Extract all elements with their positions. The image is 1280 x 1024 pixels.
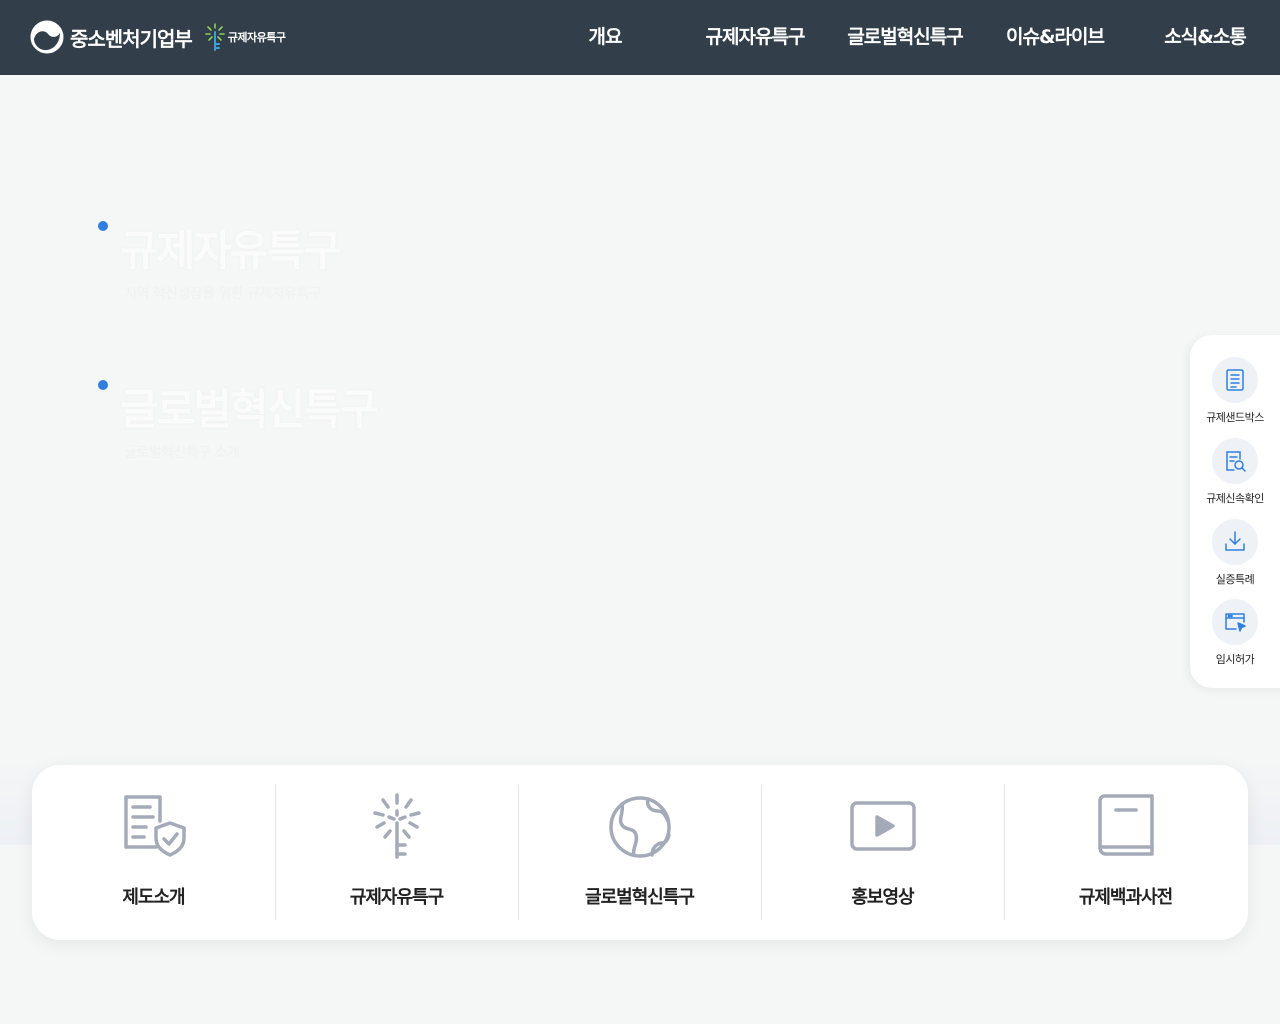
shortcut-promo-video[interactable]: 홍보영상 — [761, 765, 1004, 940]
shortcut-label: 글로벌혁신특구 — [585, 887, 695, 908]
document-list-icon — [1226, 369, 1244, 391]
nav-issue-live[interactable]: 이슈&라이브 — [1006, 22, 1105, 49]
download-tray-icon — [1225, 531, 1245, 551]
browser-cursor-icon — [1225, 613, 1246, 632]
shortcut-label: 홍보영상 — [851, 887, 914, 908]
quick-item-label: 실증특례 — [1215, 573, 1255, 586]
quick-item-label: 규제신속확인 — [1206, 492, 1264, 505]
globe-icon — [608, 796, 671, 858]
hero-bullet — [98, 221, 108, 231]
hero-title: 규제자유특구 — [120, 226, 342, 275]
main-navigation: 개요 규제자유특구 글로벌혁신특구 이슈&라이브 소식&소통 — [0, 0, 1280, 75]
hero-bullet — [98, 380, 108, 390]
hero-subtitle: 글로벌혁신특구 소개 — [124, 445, 240, 461]
document-search-icon — [1226, 451, 1246, 472]
quick-menu: 규제샌드박스 규제신속확인 실증특례 임시허가 — [1190, 335, 1280, 688]
nav-global-innovation-zone[interactable]: 글로벌혁신특구 — [847, 22, 963, 49]
book-icon — [1097, 794, 1154, 856]
nav-news-communication[interactable]: 소식&소통 — [1164, 22, 1246, 49]
document-shield-icon — [123, 795, 186, 857]
hero-subtitle: 지역 혁신성장을 위한 규제자유특구 — [124, 286, 322, 302]
shortcut-label: 규제자유특구 — [349, 887, 444, 908]
quick-item-regulatory-sandbox[interactable]: 규제샌드박스 — [1190, 357, 1280, 425]
nav-overview[interactable]: 개요 — [589, 22, 623, 49]
shortcut-label: 제도소개 — [122, 887, 185, 908]
quick-item-demonstration-exception[interactable]: 실증특례 — [1190, 519, 1280, 587]
shortcut-global-innovation-zone[interactable]: 글로벌혁신특구 — [518, 765, 761, 940]
hero-title: 글로벌혁신특구 — [120, 385, 378, 434]
quick-item-label: 임시허가 — [1215, 653, 1255, 666]
quick-item-temporary-permit[interactable]: 임시허가 — [1190, 599, 1280, 667]
video-play-icon — [849, 801, 916, 851]
quick-item-regulation-check[interactable]: 규제신속확인 — [1190, 438, 1280, 506]
shortcut-regulation-free-zone[interactable]: 규제자유특구 — [275, 765, 518, 940]
shortcut-system-intro[interactable]: 제도소개 — [32, 765, 275, 940]
shortcut-regulation-encyclopedia[interactable]: 규제백과사전 — [1004, 765, 1247, 940]
shortcut-label: 규제백과사전 — [1078, 887, 1173, 908]
nav-regulation-free-zone[interactable]: 규제자유특구 — [706, 22, 806, 49]
quick-item-label: 규제샌드박스 — [1206, 411, 1264, 424]
sparkle-key-icon — [372, 793, 421, 859]
shortcut-card: 제도소개 규제자유특구 글로벌혁신특구 홍보영상 규제백과사전 — [32, 765, 1248, 940]
site-header: 중소벤처기업부 규제자유특구 개요 규제자유특구 글로벌혁신특구 이슈&라이브 … — [0, 0, 1280, 75]
